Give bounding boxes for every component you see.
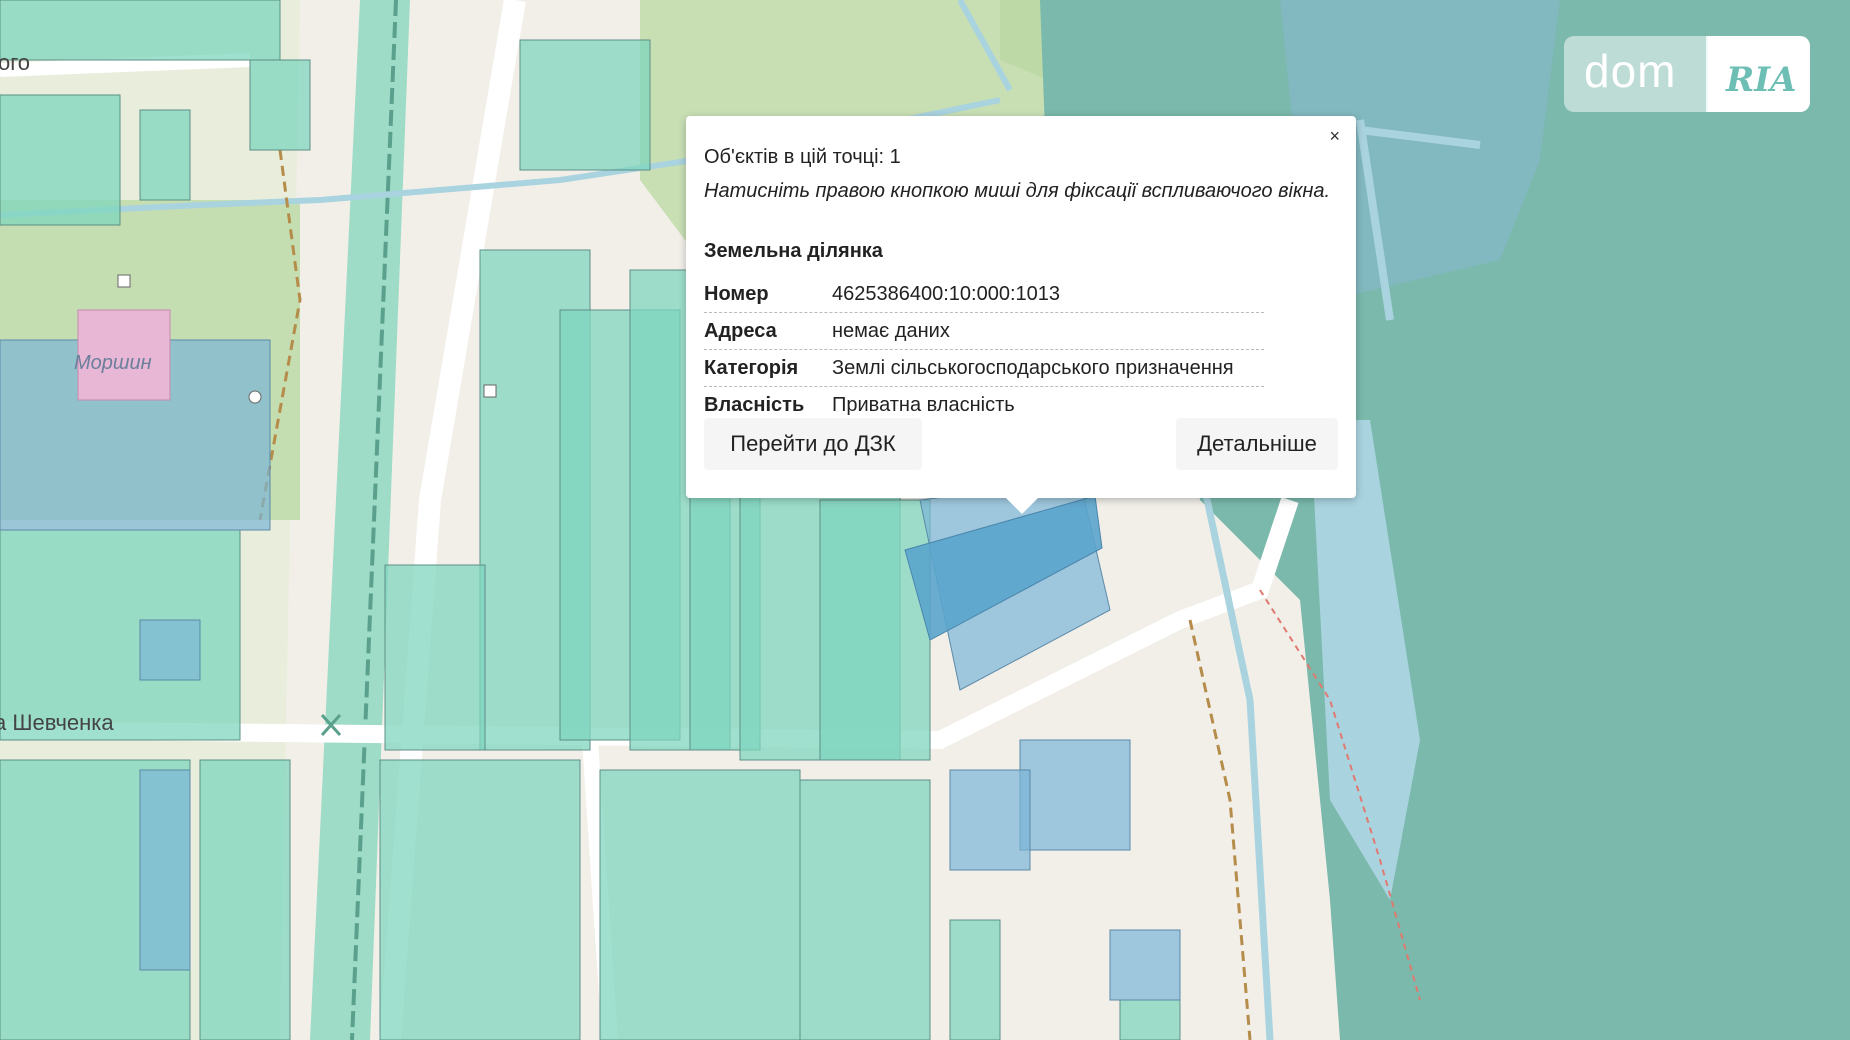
- popup-object-count: Об'єктів в цій точці: 1: [704, 146, 901, 168]
- property-row-category: Категорія Землі сільськогосподарського п…: [704, 350, 1264, 387]
- property-value: Приватна власність: [832, 393, 1015, 416]
- logo-dom-text: dom: [1584, 45, 1677, 97]
- property-key: Адреса: [704, 319, 777, 342]
- parcel-properties: Номер 4625386400:10:000:1013 Адреса нема…: [704, 276, 1264, 423]
- street-label-shevchenka: а Шевченка: [0, 710, 114, 735]
- property-row-address: Адреса немає даних: [704, 313, 1264, 350]
- details-button[interactable]: Детальніше: [1176, 418, 1338, 470]
- property-value: немає даних: [832, 319, 950, 342]
- parcel-popup: × Об'єктів в цій точці: 1 Натисніть прав…: [686, 116, 1356, 498]
- go-to-dzk-button[interactable]: Перейти до ДЗК: [704, 418, 922, 470]
- popup-pointer: [1004, 496, 1040, 514]
- logo: dom RIA: [1564, 36, 1810, 112]
- popup-section-title: Земельна ділянка: [704, 240, 883, 262]
- town-label: Моршин: [74, 352, 152, 374]
- street-label-top: ого: [0, 50, 31, 75]
- close-icon[interactable]: ×: [1329, 126, 1340, 146]
- property-value: Землі сільськогосподарського призначення: [832, 356, 1234, 379]
- property-key: Категорія: [704, 356, 799, 379]
- property-row-number: Номер 4625386400:10:000:1013: [704, 276, 1264, 313]
- popup-hint: Натисніть правою кнопкою миші для фіксац…: [704, 180, 1331, 202]
- property-value: 4625386400:10:000:1013: [832, 282, 1061, 305]
- logo-ria-box: RIA: [1708, 36, 1810, 112]
- logo-ria-text: RIA: [1726, 60, 1797, 100]
- property-key: Номер: [704, 282, 769, 305]
- property-key: Власність: [704, 393, 805, 416]
